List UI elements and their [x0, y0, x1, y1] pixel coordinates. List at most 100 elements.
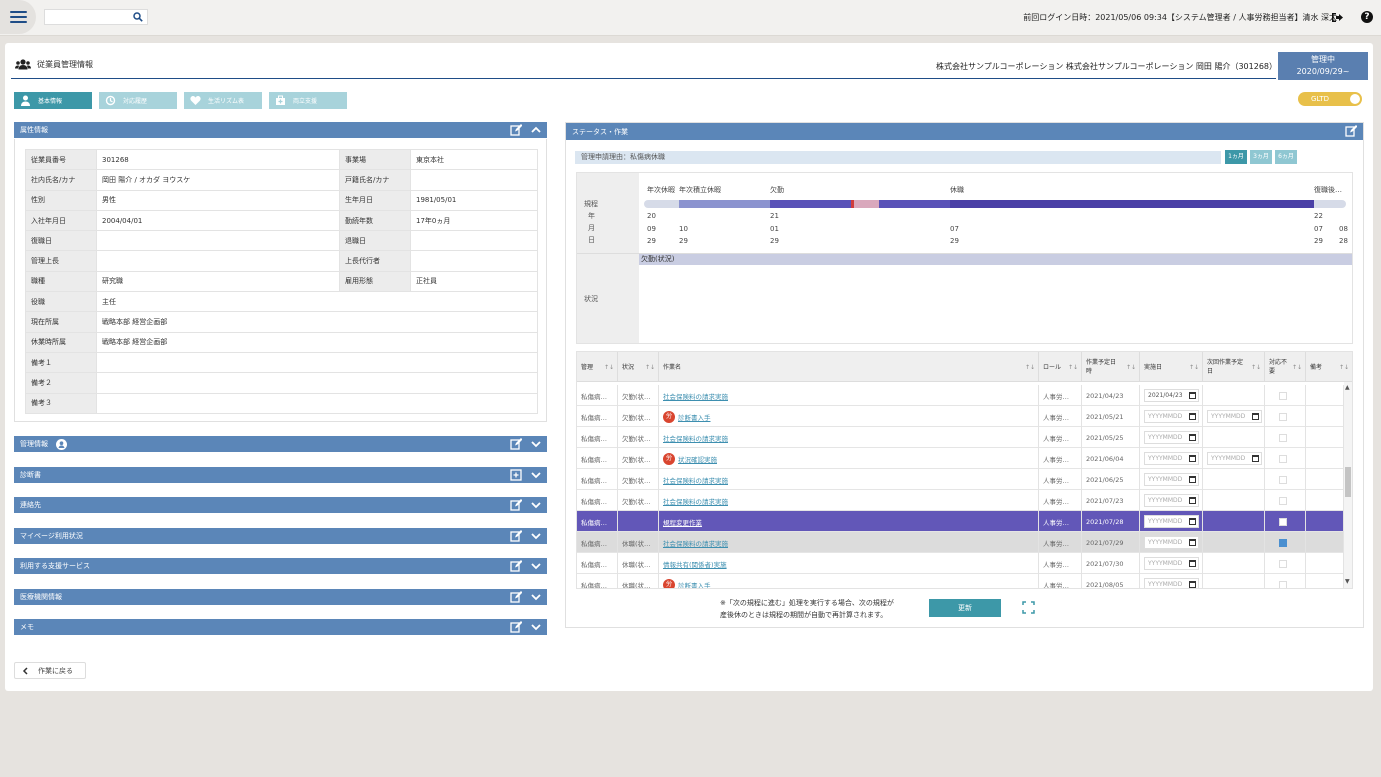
- task-row[interactable]: 私傷病… 欠勤(状… 社会保険料の請求実施 人事労… 2021/07/23 YYYYMMD…: [577, 490, 1344, 511]
- task-row[interactable]: 私傷病… 欠勤(状… 社会保険料の請求実施 人事労… 2021/06/25 YYYYMMD…: [577, 469, 1344, 490]
- edit-icon[interactable]: [510, 591, 522, 603]
- calendar-icon[interactable]: [1189, 581, 1196, 588]
- calendar-icon[interactable]: [1189, 518, 1196, 525]
- mypage-panel-header[interactable]: マイページ利用状況: [14, 528, 547, 544]
- column-header[interactable]: 作業予定日時 ↑↓: [1082, 352, 1140, 382]
- task-row[interactable]: 私傷病… 規程変更作業 人事労… 2021/07/28 YYYYMMDD: [577, 511, 1344, 532]
- column-header[interactable]: 作業名 ↑↓: [659, 352, 1039, 382]
- tab-history[interactable]: 対応履歴: [99, 92, 177, 109]
- next-date-input[interactable]: YYYYMMDD: [1207, 452, 1262, 465]
- chevron-down-icon[interactable]: [530, 499, 542, 511]
- next-date-input[interactable]: YYYYMMDD: [1207, 410, 1262, 423]
- calendar-icon[interactable]: [1189, 560, 1196, 567]
- scrollbar[interactable]: ▲ ▼: [1344, 382, 1352, 588]
- done-date-input[interactable]: 2021/04/23: [1144, 389, 1199, 402]
- done-date-input[interactable]: YYYYMMDD: [1144, 410, 1199, 423]
- no-need-checkbox[interactable]: [1279, 433, 1287, 442]
- done-date-input[interactable]: YYYYMMDD: [1144, 578, 1199, 588]
- add-icon[interactable]: [510, 469, 522, 481]
- management-panel-header[interactable]: 管理情報: [14, 436, 547, 452]
- period-1-month[interactable]: 1ヵ月: [1225, 150, 1247, 164]
- task-row[interactable]: 私傷病… 休職(状… 社会保険料の請求実施 人事労… 2021/07/29 YYYYMMD…: [577, 532, 1344, 553]
- done-date-input[interactable]: YYYYMMDD: [1144, 536, 1199, 549]
- no-need-checkbox[interactable]: [1279, 475, 1287, 484]
- calendar-icon[interactable]: [1252, 455, 1259, 462]
- logout-icon[interactable]: [1331, 12, 1343, 23]
- search-input[interactable]: [44, 9, 148, 25]
- task-link[interactable]: 状況確認実施: [678, 454, 717, 464]
- chevron-down-icon[interactable]: [530, 438, 542, 450]
- search-icon[interactable]: [133, 12, 143, 22]
- no-need-checkbox[interactable]: [1279, 538, 1287, 547]
- gltd-toggle[interactable]: GLTD: [1298, 92, 1362, 106]
- calendar-icon[interactable]: [1189, 392, 1196, 399]
- edit-icon[interactable]: [510, 124, 522, 136]
- help-icon[interactable]: ?: [1361, 11, 1373, 23]
- no-need-checkbox[interactable]: [1279, 391, 1287, 400]
- services-panel-header[interactable]: 利用する支援サービス: [14, 558, 547, 574]
- scroll-down-icon[interactable]: ▼: [1345, 578, 1350, 585]
- no-need-checkbox[interactable]: [1279, 517, 1287, 526]
- expand-icon[interactable]: [1022, 601, 1035, 614]
- back-to-work-button[interactable]: 作業に戻る: [14, 662, 86, 679]
- done-date-input[interactable]: YYYYMMDD: [1144, 557, 1199, 570]
- medical-panel-header[interactable]: 医療機関情報: [14, 589, 547, 605]
- chevron-down-icon[interactable]: [530, 469, 542, 481]
- task-link[interactable]: 社会保険料の請求実施: [663, 496, 728, 506]
- done-date-input[interactable]: YYYYMMDD: [1144, 515, 1199, 528]
- calendar-icon[interactable]: [1189, 476, 1196, 483]
- tab-basic-info[interactable]: 基本情報: [14, 92, 92, 109]
- task-row[interactable]: 私傷病… 欠勤(状… 社会保険料の請求実施 人事労… 2021/05/25 YYYYMMD…: [577, 427, 1344, 448]
- chevron-up-icon[interactable]: [530, 124, 542, 136]
- done-date-input[interactable]: YYYYMMDD: [1144, 494, 1199, 507]
- period-6-months[interactable]: 6ヵ月: [1275, 150, 1297, 164]
- task-link[interactable]: 診断書入手: [678, 580, 711, 589]
- task-link[interactable]: 社会保険料の請求実施: [663, 538, 728, 548]
- task-row[interactable]: 私傷病… 休職(状… 情報共有(関係者)実施 人事労… 2021/07/30 YYYYMM…: [577, 553, 1344, 574]
- chevron-down-icon[interactable]: [530, 560, 542, 572]
- no-need-checkbox[interactable]: [1279, 559, 1287, 568]
- tab-life-rhythm[interactable]: 生活リズム表: [184, 92, 262, 109]
- calendar-icon[interactable]: [1189, 455, 1196, 462]
- edit-icon[interactable]: [510, 621, 522, 633]
- edit-icon[interactable]: [510, 499, 522, 511]
- column-header[interactable]: 備考 ↑↓: [1306, 352, 1352, 382]
- task-row[interactable]: 私傷病… 欠勤(状… 労状況確認実施 人事労… 2021/06/04 YYYYMMDD YY…: [577, 448, 1344, 469]
- scroll-thumb[interactable]: [1345, 467, 1351, 497]
- edit-icon[interactable]: [510, 530, 522, 542]
- period-3-months[interactable]: 3ヵ月: [1250, 150, 1272, 164]
- no-need-checkbox[interactable]: [1279, 454, 1287, 463]
- task-link[interactable]: 規程変更作業: [663, 517, 702, 527]
- calendar-icon[interactable]: [1252, 413, 1259, 420]
- column-header[interactable]: ロール ↑↓: [1039, 352, 1082, 382]
- scroll-up-icon[interactable]: ▲: [1345, 384, 1350, 391]
- task-row[interactable]: 私傷病… 欠勤(状… 社会保険料の請求実施 人事労… 2021/04/23 2021/04…: [577, 385, 1344, 406]
- calendar-icon[interactable]: [1189, 434, 1196, 441]
- no-need-checkbox[interactable]: [1279, 496, 1287, 505]
- diagnosis-panel-header[interactable]: 診断書: [14, 467, 547, 483]
- edit-icon[interactable]: [1345, 125, 1357, 137]
- no-need-checkbox[interactable]: [1279, 580, 1287, 588]
- edit-icon[interactable]: [510, 438, 522, 450]
- task-row[interactable]: 私傷病… 欠勤(状… 労診断書入手 人事労… 2021/05/21 YYYYMMDD YYY…: [577, 406, 1344, 427]
- chevron-down-icon[interactable]: [530, 591, 542, 603]
- update-button[interactable]: 更新: [929, 599, 1001, 617]
- done-date-input[interactable]: YYYYMMDD: [1144, 473, 1199, 486]
- task-link[interactable]: 社会保険料の請求実施: [663, 433, 728, 443]
- chevron-down-icon[interactable]: [530, 530, 542, 542]
- menu-button[interactable]: [0, 0, 36, 34]
- task-link[interactable]: 情報共有(関係者)実施: [663, 559, 727, 569]
- calendar-icon[interactable]: [1189, 413, 1196, 420]
- no-need-checkbox[interactable]: [1279, 412, 1287, 421]
- task-link[interactable]: 社会保険料の請求実施: [663, 391, 728, 401]
- column-header[interactable]: 状況 ↑↓: [618, 352, 659, 382]
- task-link[interactable]: 社会保険料の請求実施: [663, 475, 728, 485]
- chevron-down-icon[interactable]: [530, 621, 542, 633]
- calendar-icon[interactable]: [1189, 497, 1196, 504]
- column-header[interactable]: 対応不要 ↑↓: [1265, 352, 1306, 382]
- tab-support[interactable]: 両立支援: [269, 92, 347, 109]
- memo-panel-header[interactable]: メモ: [14, 619, 547, 635]
- done-date-input[interactable]: YYYYMMDD: [1144, 431, 1199, 444]
- column-header[interactable]: 実施日 ↑↓: [1140, 352, 1203, 382]
- contacts-panel-header[interactable]: 連絡先: [14, 497, 547, 513]
